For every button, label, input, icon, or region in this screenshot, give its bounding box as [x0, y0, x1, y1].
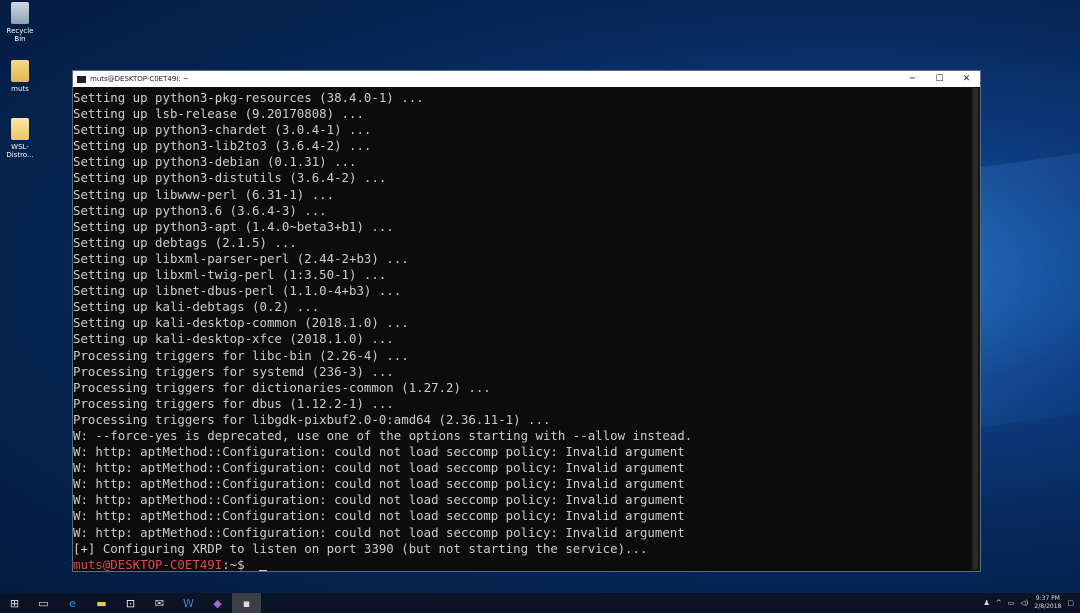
output-line: Setting up libwww-perl (6.31-1) ...: [73, 186, 335, 202]
recycle-bin-icon: [11, 2, 29, 24]
terminal-taskbar-icon[interactable]: ▪: [232, 593, 261, 613]
prompt-line: muts@DESKTOP-C0ET49I:~$: [73, 557, 970, 571]
output-line: W: --force-yes is deprecated, use one of…: [73, 427, 693, 443]
notification-icon[interactable]: ▢: [1067, 599, 1074, 607]
network-icon[interactable]: ▭: [1008, 599, 1015, 607]
output-line: Processing triggers for libgdk-pixbuf2.0…: [73, 411, 551, 427]
output-line: Setting up python3-apt (1.4.0~beta3+b1) …: [73, 218, 394, 234]
output-line: Setting up kali-desktop-xfce (2018.1.0) …: [73, 331, 394, 347]
terminal-titlebar[interactable]: muts@DESKTOP-C0ET49I: ~ ─ ☐ ✕: [73, 71, 980, 87]
output-line: W: http: aptMethod::Configuration: could…: [73, 444, 685, 460]
maximize-button[interactable]: ☐: [926, 74, 953, 84]
chevron-up-icon[interactable]: ^: [996, 599, 1002, 607]
output-line: Setting up python3-pkg-resources (38.4.0…: [73, 90, 424, 105]
output-line: Processing triggers for libc-bin (2.26-4…: [73, 347, 409, 363]
output-line: Setting up debtags (2.1.5) ...: [73, 234, 297, 250]
output-line: Processing triggers for systemd (236-3) …: [73, 363, 394, 379]
visual-studio-icon[interactable]: ◆: [203, 593, 232, 613]
clock-time: 9:37 PM: [1035, 595, 1060, 602]
output-line: W: http: aptMethod::Configuration: could…: [73, 524, 685, 540]
text-cursor: [258, 569, 267, 571]
scrollbar-thumb[interactable]: [973, 88, 978, 569]
file-explorer-icon[interactable]: ▬: [87, 593, 116, 613]
prompt-user-host: muts@DESKTOP-C0ET49I: [73, 556, 223, 571]
output-line: Processing triggers for dictionaries-com…: [73, 379, 491, 395]
prompt-separator: :: [222, 556, 230, 571]
user-folder-icon: [11, 60, 29, 82]
output-line: Setting up python3-debian (0.1.31) ...: [73, 154, 357, 170]
close-button[interactable]: ✕: [953, 74, 980, 84]
terminal-window[interactable]: muts@DESKTOP-C0ET49I: ~ ─ ☐ ✕ Setting up…: [72, 70, 981, 572]
desktop-icon-label: Recycle Bin: [6, 27, 34, 43]
prompt-path: ~$: [229, 556, 245, 571]
taskbar: ⊞ ▭ e ▬ ⊡ ✉ W ◆ ▪ ♟ ^ ▭ ◁) 9:37 PM 2/8/2…: [0, 593, 1080, 613]
clock[interactable]: 9:37 PM 2/8/2018: [1034, 595, 1061, 611]
desktop-icon-muts[interactable]: muts: [0, 60, 40, 93]
volume-icon[interactable]: ◁): [1020, 599, 1028, 607]
minimize-button[interactable]: ─: [899, 74, 926, 84]
output-line: Processing triggers for dbus (1.12.2-1) …: [73, 395, 394, 411]
output-line: Setting up python3-chardet (3.0.4-1) ...: [73, 122, 372, 138]
output-line: W: http: aptMethod::Configuration: could…: [73, 492, 685, 508]
desktop-icon-label: muts: [11, 85, 29, 93]
output-line: W: http: aptMethod::Configuration: could…: [73, 508, 685, 524]
people-icon[interactable]: ♟: [984, 599, 990, 607]
start-button[interactable]: ⊞: [0, 593, 29, 613]
task-view-button[interactable]: ▭: [29, 593, 58, 613]
clock-date: 2/8/2018: [1034, 603, 1062, 610]
folder-icon: [11, 118, 29, 140]
scrollbar[interactable]: [971, 88, 980, 571]
terminal-icon: [77, 75, 86, 83]
output-line: Setting up python3-lib2to3 (3.6.4-2) ...: [73, 138, 372, 154]
window-title: muts@DESKTOP-C0ET49I: ~: [90, 75, 189, 83]
output-line: Setting up libxml-parser-perl (2.44-2+b3…: [73, 250, 409, 266]
output-line: Setting up lsb-release (9.20170808) ...: [73, 106, 364, 122]
mail-icon[interactable]: ✉: [145, 593, 174, 613]
store-icon[interactable]: ⊡: [116, 593, 145, 613]
word-icon[interactable]: W: [174, 593, 203, 613]
desktop-icon-wsl-distro[interactable]: WSL-Distro...: [0, 118, 40, 159]
terminal-output[interactable]: Setting up python3-pkg-resources (38.4.0…: [73, 88, 970, 571]
output-line: [+] Configuring XRDP to listen on port 3…: [73, 540, 648, 556]
output-line: Setting up python3-distutils (3.6.4-2) .…: [73, 170, 387, 186]
output-line: Setting up python3.6 (3.6.4-3) ...: [73, 202, 327, 218]
output-line: Setting up libxml-twig-perl (1:3.50-1) .…: [73, 267, 387, 283]
desktop-icon-label: WSL-Distro...: [6, 143, 34, 159]
output-line: Setting up kali-debtags (0.2) ...: [73, 299, 320, 315]
edge-icon[interactable]: e: [58, 593, 87, 613]
output-line: W: http: aptMethod::Configuration: could…: [73, 460, 685, 476]
desktop-icon-recycle-bin[interactable]: Recycle Bin: [0, 2, 40, 43]
output-line: Setting up libnet-dbus-perl (1.1.0-4+b3)…: [73, 283, 402, 299]
output-line: W: http: aptMethod::Configuration: could…: [73, 476, 685, 492]
output-line: Setting up kali-desktop-common (2018.1.0…: [73, 315, 409, 331]
